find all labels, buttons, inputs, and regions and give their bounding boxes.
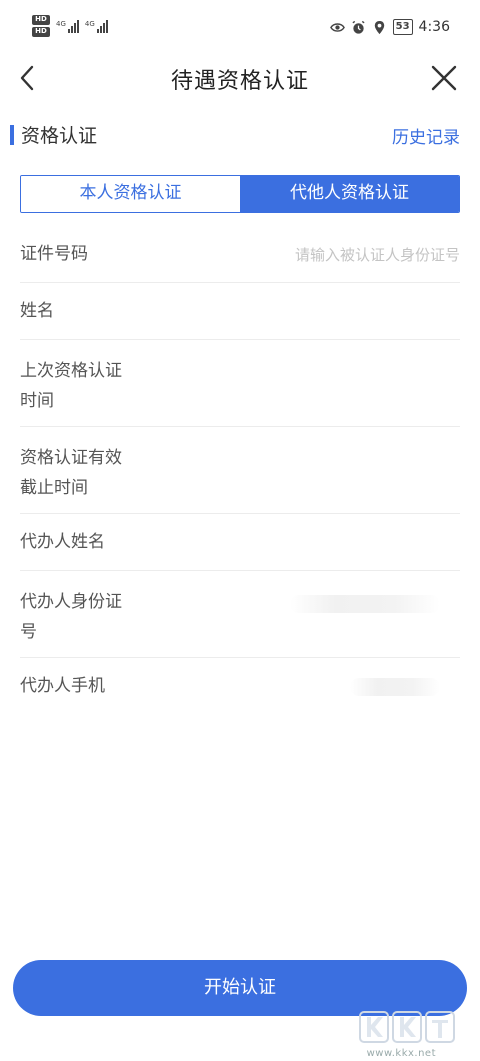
agent-phone-redacted-value bbox=[350, 678, 440, 696]
section-accent-bar bbox=[10, 125, 14, 145]
watermark: www.kkx.net bbox=[352, 1008, 462, 1060]
tab-self-cert[interactable]: 本人资格认证 bbox=[21, 176, 240, 212]
last-cert-time-label: 上次资格认证时间 bbox=[20, 361, 122, 411]
eye-icon bbox=[329, 22, 345, 32]
section-title: 资格认证 bbox=[21, 125, 98, 147]
page-title: 待遇资格认证 bbox=[170, 69, 309, 94]
status-right: 53 4:36 bbox=[329, 19, 450, 35]
valid-until-value bbox=[230, 441, 460, 471]
last-cert-time-value bbox=[230, 354, 460, 384]
hd-badges: HD HD bbox=[32, 15, 50, 37]
cert-form: 证件号码 姓名 上次资格认证时间 资格认证有效截止时间 代办人姓名 代办人身份证… bbox=[20, 226, 460, 715]
agent-name-value bbox=[230, 528, 460, 558]
history-link[interactable]: 历史记录 bbox=[392, 123, 460, 148]
location-icon bbox=[374, 20, 384, 34]
form-row-id-number: 证件号码 bbox=[20, 226, 460, 283]
hd-badge-2: HD bbox=[32, 27, 50, 37]
signal-icon-1: 4G bbox=[56, 19, 79, 33]
form-row-agent-name: 代办人姓名 bbox=[20, 514, 460, 571]
signal-icon-2: 4G bbox=[84, 19, 108, 33]
agent-name-label: 代办人姓名 bbox=[20, 532, 105, 552]
form-row-valid-until: 资格认证有效截止时间 bbox=[20, 427, 460, 514]
watermark-url: www.kkx.net bbox=[366, 1048, 436, 1059]
id-number-label: 证件号码 bbox=[20, 244, 88, 264]
status-bar: HD HD 4G 4G 53 4:36 bbox=[0, 0, 480, 58]
form-row-agent-id: 代办人身份证号 bbox=[20, 571, 460, 658]
id-number-input[interactable] bbox=[230, 240, 460, 270]
name-label: 姓名 bbox=[20, 301, 54, 321]
agent-phone-label: 代办人手机 bbox=[20, 676, 105, 696]
agent-id-redacted-value bbox=[290, 595, 440, 613]
form-row-name: 姓名 bbox=[20, 283, 460, 340]
alarm-icon bbox=[352, 20, 365, 34]
agent-id-label: 代办人身份证号 bbox=[20, 592, 122, 642]
cert-type-tabs: 本人资格认证 代他人资格认证 bbox=[20, 175, 460, 213]
close-icon[interactable] bbox=[428, 62, 460, 94]
hd-badge-1: HD bbox=[32, 15, 50, 25]
name-value bbox=[230, 297, 460, 327]
section-header: 资格认证 历史记录 bbox=[0, 120, 480, 152]
status-left: HD HD 4G 4G bbox=[32, 15, 108, 37]
form-row-last-cert-time: 上次资格认证时间 bbox=[20, 340, 460, 427]
kkx-logo-icon bbox=[359, 1011, 455, 1043]
network-label-2: 4G bbox=[84, 19, 95, 28]
valid-until-label: 资格认证有效截止时间 bbox=[20, 448, 122, 498]
battery-indicator: 53 bbox=[392, 19, 413, 35]
network-label-1: 4G bbox=[56, 19, 66, 28]
title-bar: 待遇资格认证 bbox=[0, 58, 480, 102]
tab-proxy-cert[interactable]: 代他人资格认证 bbox=[240, 176, 459, 212]
form-row-agent-phone: 代办人手机 bbox=[20, 658, 460, 715]
status-time: 4:36 bbox=[418, 19, 450, 35]
